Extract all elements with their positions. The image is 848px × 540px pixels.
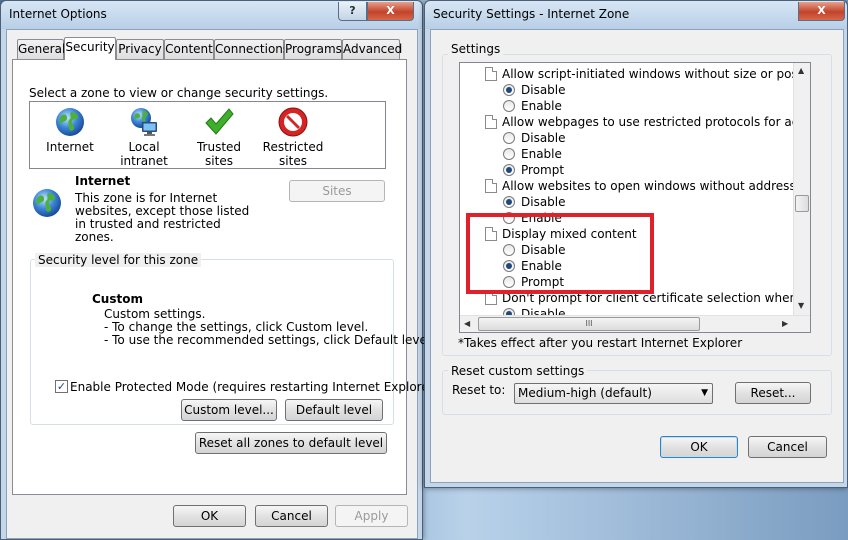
scroll-thumb[interactable]: III [478, 317, 700, 331]
selected-zone-title: Internet [75, 174, 131, 188]
tab-content[interactable]: Content [164, 39, 214, 59]
scroll-right-icon[interactable]: ▶ [782, 319, 788, 328]
reset-to-select[interactable]: Medium-high (default) ▼ [514, 383, 713, 404]
scroll-down-icon[interactable]: ▼ [798, 301, 804, 310]
zone-label: Restricted sites [262, 140, 324, 168]
protected-mode-checkbox[interactable]: ✓ [55, 380, 68, 393]
horizontal-scrollbar[interactable]: ◀ III ▶ [460, 315, 810, 332]
setting-option[interactable]: Enable [460, 146, 796, 162]
protected-mode-label[interactable]: Enable Protected Mode (requires restarti… [70, 380, 438, 394]
level-line: - To use the recommended settings, click… [104, 333, 435, 347]
setting-category[interactable]: Allow websites to open windows without a… [460, 178, 810, 194]
chevron-down-icon: ▼ [701, 388, 708, 398]
sites-button[interactable]: Sites [289, 180, 385, 202]
vertical-scrollbar[interactable]: ▲ ▼ [793, 63, 810, 316]
reset-button[interactable]: Reset... [735, 382, 811, 404]
document-icon [485, 115, 497, 129]
close-button[interactable]: X [367, 2, 414, 21]
checkmark-icon [205, 108, 234, 135]
setting-option[interactable]: Enable [460, 98, 796, 114]
cancel-button[interactable]: Cancel [255, 505, 328, 527]
radio-button[interactable] [503, 132, 515, 144]
internet-options-window: Internet Options ? X General Security Pr… [0, 0, 438, 540]
scroll-up-icon[interactable]: ▲ [798, 66, 804, 75]
ok-button[interactable]: OK [173, 505, 246, 527]
title-bar[interactable]: Security Settings - Internet Zone X [425, 1, 847, 29]
option-label: Disable [521, 83, 566, 97]
setting-category[interactable]: Allow script-initiated windows without s… [460, 66, 810, 82]
setting-option[interactable]: Disable [460, 82, 796, 98]
document-icon [485, 67, 497, 81]
tab-connections[interactable]: Connections [214, 39, 289, 59]
zone-list: Internet Local intranet Trusted sites Re… [29, 101, 386, 169]
tab-general[interactable]: General [17, 39, 65, 59]
highlight-box [466, 213, 654, 294]
close-button[interactable]: X [798, 2, 845, 21]
restricted-icon [278, 107, 308, 137]
radio-button[interactable] [503, 100, 515, 112]
setting-option[interactable]: Disable [460, 194, 796, 210]
radio-button[interactable] [503, 164, 515, 176]
option-label: Disable [521, 195, 566, 209]
zone-local-intranet[interactable]: Local intranet [106, 102, 182, 168]
tab-programs[interactable]: Programs [284, 39, 342, 59]
scroll-grip: III [585, 319, 593, 328]
custom-level-button[interactable]: Custom level... [181, 399, 277, 421]
zone-restricted-sites[interactable]: Restricted sites [260, 102, 326, 168]
window-title: Security Settings - Internet Zone [433, 7, 630, 21]
tab-security[interactable]: Security [64, 37, 116, 60]
globe-icon [33, 189, 61, 217]
zone-prompt: Select a zone to view or change security… [29, 86, 329, 100]
default-level-button[interactable]: Default level [285, 399, 383, 421]
setting-label: Allow websites to open windows without a… [502, 179, 810, 193]
reset-custom-group-title: Reset custom settings [448, 364, 588, 378]
reset-to-label: Reset to: [452, 383, 506, 397]
intranet-icon [131, 108, 157, 136]
level-line: Custom settings. [104, 307, 206, 321]
radio-button[interactable] [503, 148, 515, 160]
level-line: - To change the settings, click Custom l… [104, 320, 369, 334]
ok-button[interactable]: OK [660, 436, 738, 458]
scroll-left-icon[interactable]: ◀ [464, 319, 470, 328]
setting-category[interactable]: Allow webpages to use restricted protoco… [460, 114, 810, 130]
apply-button[interactable]: Apply [335, 505, 408, 527]
tab-privacy[interactable]: Privacy [116, 39, 164, 59]
zone-internet[interactable]: Internet [42, 102, 98, 154]
cancel-button[interactable]: Cancel [748, 436, 827, 458]
setting-option[interactable]: Prompt [460, 162, 796, 178]
security-level-group-title: Security level for this zone [35, 253, 202, 267]
globe-icon [56, 108, 84, 136]
level-title: Custom [92, 292, 143, 306]
scroll-thumb[interactable] [795, 195, 809, 212]
zone-label: Local intranet [120, 140, 168, 168]
option-label: Disable [521, 131, 566, 145]
tab-advanced[interactable]: Advanced [342, 39, 402, 59]
setting-label: Allow webpages to use restricted protoco… [502, 115, 810, 129]
setting-option[interactable]: Disable [460, 130, 796, 146]
zone-trusted-sites[interactable]: Trusted sites [184, 102, 254, 168]
restart-note: *Takes effect after you restart Internet… [458, 336, 743, 350]
selected-zone-description: This zone is for Internet websites, exce… [75, 191, 250, 244]
settings-group-title: Settings [448, 42, 504, 56]
option-label: Enable [521, 147, 562, 161]
radio-button[interactable] [503, 196, 515, 208]
radio-button[interactable] [503, 84, 515, 96]
title-bar[interactable]: Internet Options ? X [1, 1, 422, 29]
reset-all-zones-button[interactable]: Reset all zones to default level [195, 432, 387, 454]
window-title: Internet Options [9, 7, 107, 21]
document-icon [485, 179, 497, 193]
setting-label: Allow script-initiated windows without s… [502, 67, 810, 81]
option-label: Enable [521, 99, 562, 113]
zone-label: Internet [46, 140, 94, 154]
reset-to-value: Medium-high (default) [518, 386, 652, 400]
option-label: Prompt [521, 163, 565, 177]
zone-label: Trusted sites [196, 140, 242, 168]
help-button[interactable]: ? [338, 2, 367, 21]
